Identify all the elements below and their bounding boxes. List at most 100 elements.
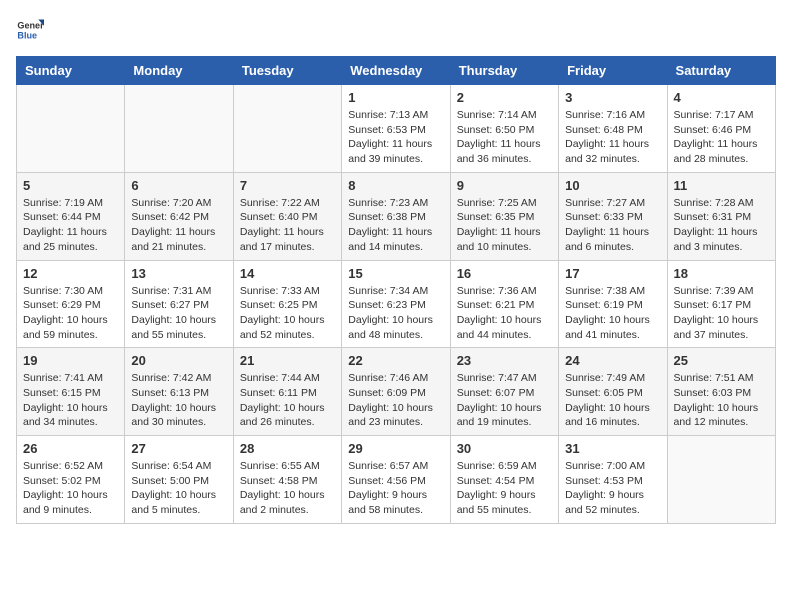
weekday-header-wednesday: Wednesday bbox=[342, 57, 450, 85]
day-info: Sunrise: 7:31 AM Sunset: 6:27 PM Dayligh… bbox=[131, 284, 226, 343]
day-number: 17 bbox=[565, 266, 660, 281]
week-row-5: 26 Sunrise: 6:52 AM Sunset: 5:02 PM Dayli… bbox=[17, 436, 776, 524]
day-cell: 3 Sunrise: 7:16 AM Sunset: 6:48 PM Daylig… bbox=[559, 85, 667, 173]
day-number: 23 bbox=[457, 353, 552, 368]
day-cell: 9 Sunrise: 7:25 AM Sunset: 6:35 PM Daylig… bbox=[450, 172, 558, 260]
day-cell: 30Sunrise: 6:59 AM Sunset: 4:54 PM Dayli… bbox=[450, 436, 558, 524]
day-number: 15 bbox=[348, 266, 443, 281]
day-cell: 2 Sunrise: 7:14 AM Sunset: 6:50 PM Daylig… bbox=[450, 85, 558, 173]
calendar-table: SundayMondayTuesdayWednesdayThursdayFrid… bbox=[16, 56, 776, 524]
week-row-1: 1Sunrise: 7:13 AM Sunset: 6:53 PM Daylig… bbox=[17, 85, 776, 173]
day-info: Sunrise: 6:54 AM Sunset: 5:00 PM Dayligh… bbox=[131, 459, 226, 518]
day-number: 7 bbox=[240, 178, 335, 193]
weekday-header-monday: Monday bbox=[125, 57, 233, 85]
day-info: Sunrise: 7:36 AM Sunset: 6:21 PM Dayligh… bbox=[457, 284, 552, 343]
day-info: Sunrise: 7:39 AM Sunset: 6:17 PM Dayligh… bbox=[674, 284, 769, 343]
day-cell: 11 Sunrise: 7:28 AM Sunset: 6:31 PM Dayli… bbox=[667, 172, 775, 260]
weekday-header-friday: Friday bbox=[559, 57, 667, 85]
page-header: General Blue bbox=[16, 16, 776, 44]
day-number: 16 bbox=[457, 266, 552, 281]
day-number: 12 bbox=[23, 266, 118, 281]
day-number: 24 bbox=[565, 353, 660, 368]
day-info: Sunrise: 7:17 AM Sunset: 6:46 PM Dayligh… bbox=[674, 108, 769, 167]
day-cell: 4 Sunrise: 7:17 AM Sunset: 6:46 PM Daylig… bbox=[667, 85, 775, 173]
day-cell bbox=[233, 85, 341, 173]
weekday-header-sunday: Sunday bbox=[17, 57, 125, 85]
day-cell bbox=[125, 85, 233, 173]
day-info: Sunrise: 7:34 AM Sunset: 6:23 PM Dayligh… bbox=[348, 284, 443, 343]
day-cell: 13 Sunrise: 7:31 AM Sunset: 6:27 PM Dayli… bbox=[125, 260, 233, 348]
day-cell: 5Sunrise: 7:19 AM Sunset: 6:44 PM Daylig… bbox=[17, 172, 125, 260]
day-number: 18 bbox=[674, 266, 769, 281]
weekday-header-saturday: Saturday bbox=[667, 57, 775, 85]
day-info: Sunrise: 6:52 AM Sunset: 5:02 PM Dayligh… bbox=[23, 459, 118, 518]
day-cell: 8Sunrise: 7:23 AM Sunset: 6:38 PM Daylig… bbox=[342, 172, 450, 260]
logo: General Blue bbox=[16, 16, 44, 44]
day-info: Sunrise: 7:51 AM Sunset: 6:03 PM Dayligh… bbox=[674, 371, 769, 430]
day-cell: 15 Sunrise: 7:34 AM Sunset: 6:23 PM Dayli… bbox=[342, 260, 450, 348]
week-row-3: 12 Sunrise: 7:30 AM Sunset: 6:29 PM Dayli… bbox=[17, 260, 776, 348]
day-number: 27 bbox=[131, 441, 226, 456]
day-number: 1 bbox=[348, 90, 443, 105]
day-cell: 19 Sunrise: 7:41 AM Sunset: 6:15 PM Dayli… bbox=[17, 348, 125, 436]
day-number: 6 bbox=[131, 178, 226, 193]
day-cell: 20 Sunrise: 7:42 AM Sunset: 6:13 PM Dayli… bbox=[125, 348, 233, 436]
day-number: 20 bbox=[131, 353, 226, 368]
day-number: 2 bbox=[457, 90, 552, 105]
day-info: Sunrise: 7:28 AM Sunset: 6:31 PM Dayligh… bbox=[674, 196, 769, 255]
day-info: Sunrise: 7:47 AM Sunset: 6:07 PM Dayligh… bbox=[457, 371, 552, 430]
day-info: Sunrise: 7:49 AM Sunset: 6:05 PM Dayligh… bbox=[565, 371, 660, 430]
day-info: Sunrise: 7:38 AM Sunset: 6:19 PM Dayligh… bbox=[565, 284, 660, 343]
day-number: 11 bbox=[674, 178, 769, 193]
day-cell: 16 Sunrise: 7:36 AM Sunset: 6:21 PM Dayli… bbox=[450, 260, 558, 348]
day-info: Sunrise: 7:33 AM Sunset: 6:25 PM Dayligh… bbox=[240, 284, 335, 343]
day-number: 9 bbox=[457, 178, 552, 193]
day-number: 10 bbox=[565, 178, 660, 193]
day-cell: 6 Sunrise: 7:20 AM Sunset: 6:42 PM Daylig… bbox=[125, 172, 233, 260]
day-cell: 29 Sunrise: 6:57 AM Sunset: 4:56 PM Dayli… bbox=[342, 436, 450, 524]
day-number: 5 bbox=[23, 178, 118, 193]
day-number: 14 bbox=[240, 266, 335, 281]
day-cell: 24 Sunrise: 7:49 AM Sunset: 6:05 PM Dayli… bbox=[559, 348, 667, 436]
day-number: 29 bbox=[348, 441, 443, 456]
day-number: 31 bbox=[565, 441, 660, 456]
day-number: 28 bbox=[240, 441, 335, 456]
day-number: 22 bbox=[348, 353, 443, 368]
day-info: Sunrise: 7:41 AM Sunset: 6:15 PM Dayligh… bbox=[23, 371, 118, 430]
weekday-header-thursday: Thursday bbox=[450, 57, 558, 85]
day-cell: 23 Sunrise: 7:47 AM Sunset: 6:07 PM Dayli… bbox=[450, 348, 558, 436]
day-cell: 28 Sunrise: 6:55 AM Sunset: 4:58 PM Dayli… bbox=[233, 436, 341, 524]
day-info: Sunrise: 7:20 AM Sunset: 6:42 PM Dayligh… bbox=[131, 196, 226, 255]
day-number: 26 bbox=[23, 441, 118, 456]
day-number: 25 bbox=[674, 353, 769, 368]
day-cell: 26 Sunrise: 6:52 AM Sunset: 5:02 PM Dayli… bbox=[17, 436, 125, 524]
day-info: Sunrise: 7:27 AM Sunset: 6:33 PM Dayligh… bbox=[565, 196, 660, 255]
day-info: Sunrise: 7:25 AM Sunset: 6:35 PM Dayligh… bbox=[457, 196, 552, 255]
day-info: Sunrise: 6:55 AM Sunset: 4:58 PM Dayligh… bbox=[240, 459, 335, 518]
day-info: Sunrise: 7:14 AM Sunset: 6:50 PM Dayligh… bbox=[457, 108, 552, 167]
day-info: Sunrise: 7:42 AM Sunset: 6:13 PM Dayligh… bbox=[131, 371, 226, 430]
day-info: Sunrise: 7:16 AM Sunset: 6:48 PM Dayligh… bbox=[565, 108, 660, 167]
day-cell: 14 Sunrise: 7:33 AM Sunset: 6:25 PM Dayli… bbox=[233, 260, 341, 348]
day-info: Sunrise: 6:57 AM Sunset: 4:56 PM Dayligh… bbox=[348, 459, 443, 518]
day-number: 19 bbox=[23, 353, 118, 368]
logo-icon: General Blue bbox=[16, 16, 44, 44]
day-info: Sunrise: 7:44 AM Sunset: 6:11 PM Dayligh… bbox=[240, 371, 335, 430]
day-info: Sunrise: 7:30 AM Sunset: 6:29 PM Dayligh… bbox=[23, 284, 118, 343]
day-cell bbox=[667, 436, 775, 524]
day-cell bbox=[17, 85, 125, 173]
day-cell: 25 Sunrise: 7:51 AM Sunset: 6:03 PM Dayli… bbox=[667, 348, 775, 436]
svg-text:Blue: Blue bbox=[17, 30, 37, 40]
day-info: Sunrise: 7:00 AM Sunset: 4:53 PM Dayligh… bbox=[565, 459, 660, 518]
day-number: 3 bbox=[565, 90, 660, 105]
day-cell: 21Sunrise: 7:44 AM Sunset: 6:11 PM Dayli… bbox=[233, 348, 341, 436]
day-cell: 27 Sunrise: 6:54 AM Sunset: 5:00 PM Dayli… bbox=[125, 436, 233, 524]
day-cell: 22Sunrise: 7:46 AM Sunset: 6:09 PM Dayli… bbox=[342, 348, 450, 436]
svg-text:General: General bbox=[17, 21, 44, 31]
day-number: 13 bbox=[131, 266, 226, 281]
weekday-header-row: SundayMondayTuesdayWednesdayThursdayFrid… bbox=[17, 57, 776, 85]
day-cell: 12 Sunrise: 7:30 AM Sunset: 6:29 PM Dayli… bbox=[17, 260, 125, 348]
day-number: 4 bbox=[674, 90, 769, 105]
day-cell: 18 Sunrise: 7:39 AM Sunset: 6:17 PM Dayli… bbox=[667, 260, 775, 348]
day-number: 30 bbox=[457, 441, 552, 456]
